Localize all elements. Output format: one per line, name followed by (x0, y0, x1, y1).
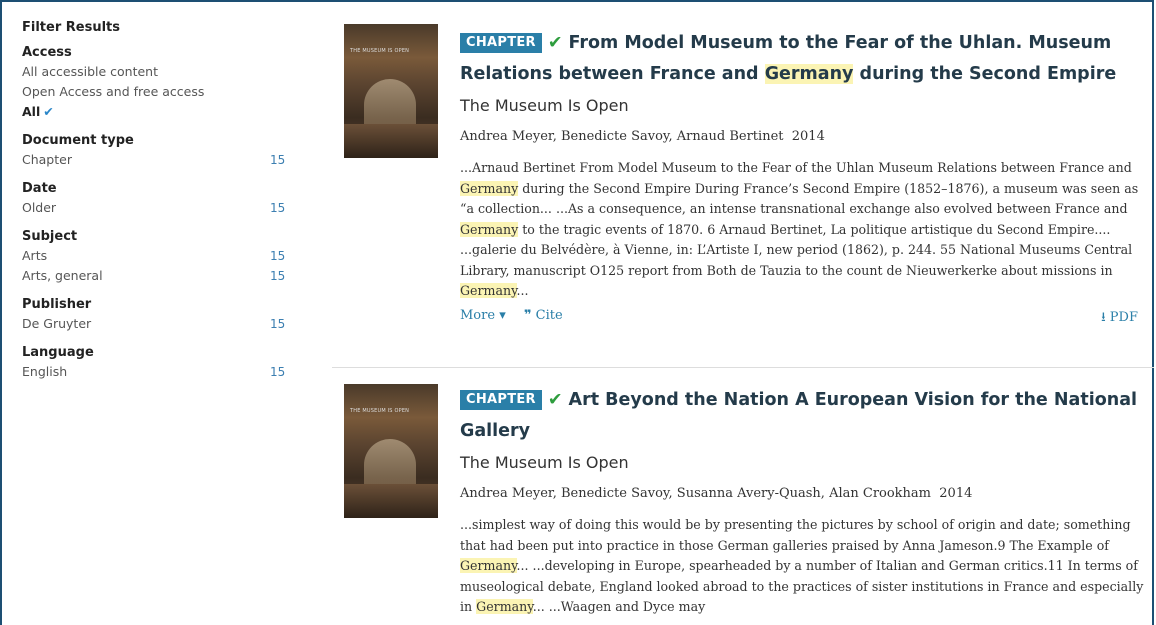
cover-title: THE MUSEUM IS OPEN (350, 48, 410, 54)
cite-label: Cite (535, 307, 563, 323)
more-label: More (460, 307, 496, 323)
cover-title: THE MUSEUM IS OPEN (350, 408, 410, 414)
result-body: CHAPTER ✔ Art Beyond the Nation A European… (460, 385, 1146, 618)
facet-option-de-gruyter[interactable]: De Gruyter 15 (22, 314, 292, 334)
chapter-badge: CHAPTER (460, 390, 542, 410)
result-authors: Andrea Meyer, Benedicte Savoy, Arnaud Be… (460, 122, 1146, 152)
snippet-highlight: Germany (460, 221, 519, 237)
cover-floor-graphic (344, 124, 438, 158)
facet-option-label: All (22, 104, 41, 119)
snippet-highlight: Germany (460, 558, 517, 573)
title-highlight: Germany (764, 64, 854, 84)
snippet-text: ...Arnaud Bertinet From Model Museum to … (460, 160, 1132, 175)
facet-option-english[interactable]: English 15 (22, 362, 292, 382)
checkmark-icon: ✔ (547, 390, 563, 410)
result-snippet: ...Arnaud Bertinet From Model Museum to … (460, 158, 1146, 302)
facet-option-open-access[interactable]: Open Access and free access (22, 82, 292, 102)
authors-text: Andrea Meyer, Benedicte Savoy, Susanna A… (460, 486, 932, 501)
quote-icon: ❞ (523, 307, 532, 323)
facet-heading: Document type (22, 133, 134, 148)
check-icon: ✔ (43, 104, 54, 119)
result-year: 2014 (939, 486, 973, 501)
facet-subject: Subject Arts 15 Arts, general 15 (22, 228, 292, 286)
download-icon: ⭳ (1101, 309, 1106, 325)
result-item: THE MUSEUM IS OPEN CHAPTER ✔ Art Beyond th… (332, 360, 1154, 625)
facet-option-label: English (22, 364, 68, 379)
facet-heading: Subject (22, 229, 78, 244)
filter-sidebar: Filter Results Access All accessible con… (22, 18, 292, 382)
checkmark-icon: ✔ (547, 33, 563, 53)
facet-option-label: Arts, general (22, 268, 103, 283)
pdf-download-button[interactable]: ⭳ PDF (1101, 308, 1138, 330)
cover-floor-graphic (344, 484, 438, 518)
title-text: during the Second Empire (853, 64, 1117, 84)
facet-count: 15 (270, 201, 286, 215)
snippet-text: to the tragic events of 1870. 6 Arnaud B… (460, 221, 1133, 278)
facet-heading: Date (22, 181, 57, 196)
facet-count: 15 (270, 269, 286, 283)
chapter-badge: CHAPTER (460, 33, 542, 53)
facet-option-arts-general[interactable]: Arts, general 15 (22, 266, 292, 286)
result-authors: Andrea Meyer, Benedicte Savoy, Susanna A… (460, 479, 1146, 509)
facet-option-all[interactable]: All ✔ (22, 102, 292, 122)
result-body: CHAPTER ✔ From Model Museum to the Fear of… (460, 28, 1146, 332)
facet-count: 15 (270, 365, 286, 379)
facet-option-label: Chapter (22, 152, 72, 167)
facet-heading: Language (22, 345, 94, 360)
snippet-text: ... ...Waagen and Dyce may (532, 599, 706, 614)
filter-title: Filter Results (22, 20, 120, 35)
result-year: 2014 (791, 129, 825, 144)
facet-option-all-accessible[interactable]: All accessible content (22, 62, 292, 82)
caret-down-icon: ▾ (499, 307, 506, 323)
facet-heading: Publisher (22, 297, 92, 312)
authors-text: Andrea Meyer, Benedicte Savoy, Arnaud Be… (460, 129, 784, 144)
snippet-text: ...simplest way of doing this would be b… (460, 517, 1131, 553)
book-cover-image[interactable]: THE MUSEUM IS OPEN (344, 384, 438, 518)
result-title[interactable]: CHAPTER ✔ From Model Museum to the Fear of… (460, 28, 1146, 90)
more-dropdown[interactable]: More ▾ (460, 308, 506, 323)
pdf-label: PDF (1109, 309, 1138, 325)
facet-option-label: Arts (22, 248, 48, 263)
facet-option-chapter[interactable]: Chapter 15 (22, 150, 292, 170)
book-title-link[interactable]: The Museum Is Open (460, 449, 1146, 477)
result-item: THE MUSEUM IS OPEN CHAPTER ✔ From Model Mu… (332, 0, 1154, 367)
facet-language: Language English 15 (22, 344, 292, 382)
snippet-text: during the Second Empire During France’s… (460, 180, 1139, 217)
result-title[interactable]: CHAPTER ✔ Art Beyond the Nation A European… (460, 385, 1146, 447)
result-actions: More ▾ ❞ Cite ⭳ PDF (460, 308, 1146, 332)
cite-button[interactable]: ❞ Cite (524, 308, 563, 323)
facet-publisher: Publisher De Gruyter 15 (22, 296, 292, 334)
facet-option-label: Older (22, 200, 57, 215)
book-title-link[interactable]: The Museum Is Open (460, 92, 1146, 120)
facet-count: 15 (270, 153, 286, 167)
facet-access: Access All accessible content Open Acces… (22, 44, 292, 122)
facet-heading: Access (22, 45, 72, 60)
result-snippet: ...simplest way of doing this would be b… (460, 515, 1146, 618)
facet-option-label: De Gruyter (22, 316, 92, 331)
snippet-highlight: Germany (460, 180, 519, 196)
facet-count: 15 (270, 249, 286, 263)
facet-option-older[interactable]: Older 15 (22, 198, 292, 218)
snippet-highlight: Germany (460, 283, 517, 298)
snippet-text: ... (516, 283, 529, 298)
facet-option-arts[interactable]: Arts 15 (22, 246, 292, 266)
snippet-highlight: Germany (476, 599, 533, 614)
facet-document-type: Document type Chapter 15 (22, 132, 292, 170)
book-cover-image[interactable]: THE MUSEUM IS OPEN (344, 24, 438, 158)
facet-count: 15 (270, 317, 286, 331)
facet-date: Date Older 15 (22, 180, 292, 218)
